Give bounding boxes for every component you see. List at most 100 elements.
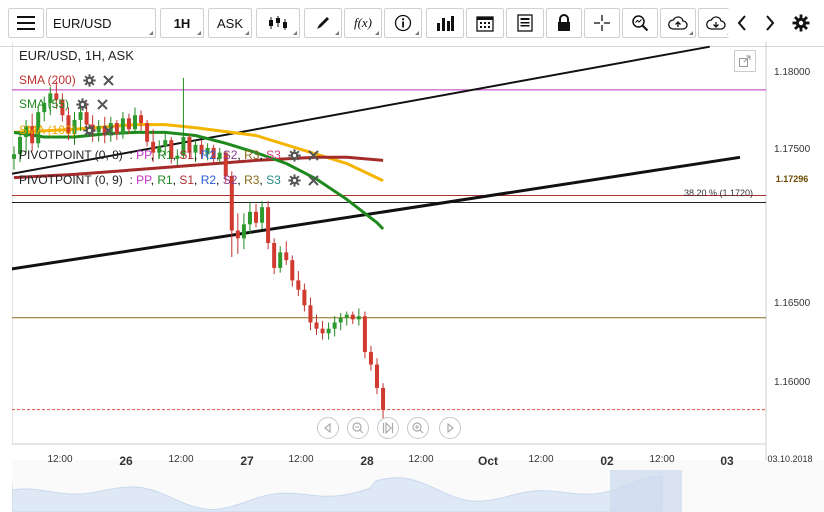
gear-icon[interactable] (83, 124, 96, 137)
legend-sma-100[interactable]: SMA (100) (19, 123, 115, 137)
x-tick: 12:00 (408, 454, 434, 465)
chart-type-button[interactable] (256, 8, 300, 38)
candle-body (302, 289, 307, 306)
close-icon[interactable] (96, 99, 108, 111)
reset-icon (382, 422, 394, 434)
chevron-right-icon (766, 15, 775, 31)
x-tick: 12:00 (168, 454, 194, 465)
x-tick: 12:00 (528, 454, 554, 465)
price-tag-last: 1.15871 (772, 399, 812, 411)
legend-pivotpoint-8[interactable]: PIVOTPOINT (0, 8) : PP, R1, S1, R2, S2, … (19, 148, 320, 162)
menu-button[interactable] (8, 8, 44, 38)
comma: , (216, 148, 223, 162)
gear-icon[interactable] (83, 74, 96, 87)
zoom-in-button[interactable] (407, 417, 429, 439)
timeframe-selector[interactable]: 1H (160, 8, 204, 38)
price-type-selector[interactable]: ASK (208, 8, 252, 38)
candle-body (78, 112, 83, 120)
legend-sma-55[interactable]: SMA (55) (19, 97, 108, 111)
x-tick: 12:00 (47, 454, 73, 465)
volume-button[interactable] (426, 8, 464, 38)
cloud-upload-button[interactable] (660, 8, 696, 38)
chart-area[interactable]: EUR/USD, 1H, ASK SMA (200) SMA (55) SMA … (12, 42, 824, 512)
scroll-right-button[interactable] (756, 8, 784, 38)
navigator-window (610, 470, 682, 512)
legend-sma-55-label: SMA (55) (19, 97, 70, 111)
pivot-pp: PP (136, 173, 151, 187)
close-icon[interactable] (308, 175, 320, 187)
pivot-pp: PP (136, 148, 151, 162)
price-tag-pivot: 1.17923 (773, 80, 811, 91)
pan-left-button[interactable] (317, 417, 339, 439)
candle-body (12, 154, 16, 159)
indicators-button[interactable]: f(x) (344, 8, 382, 38)
candle-body (284, 252, 289, 261)
pivot-r3: R3 (244, 148, 260, 162)
candle-body (247, 211, 252, 225)
candle-body (272, 243, 277, 268)
crosshair-button[interactable] (584, 8, 620, 38)
gear-icon[interactable] (76, 98, 89, 111)
candle-body (344, 314, 349, 318)
candle-body (260, 207, 265, 223)
candle-body (320, 328, 325, 334)
popout-button[interactable] (734, 50, 756, 72)
function-icon: f(x) (353, 15, 373, 30)
pivot-s3: S3 (266, 148, 281, 162)
close-icon[interactable] (103, 125, 115, 137)
pivot-s1: S1 (179, 173, 195, 187)
chart-toolbar: EUR/USD 1H ASK f(x) (0, 0, 824, 47)
pivot-r1: R1 (157, 173, 173, 187)
cloud-download-icon (706, 16, 726, 30)
pivot-s1: S1 (179, 148, 195, 162)
x-tick-day: 27 (240, 454, 254, 468)
candle-body (362, 316, 367, 353)
x-tick: 12:00 (288, 454, 314, 465)
close-icon[interactable] (103, 75, 115, 87)
settings-button[interactable] (788, 8, 814, 38)
hamburger-menu-icon (17, 16, 35, 30)
gear-icon[interactable] (288, 149, 301, 162)
pivot-r1: R1 (157, 148, 173, 162)
y-tick: 1.17500 (774, 144, 811, 155)
news-button[interactable] (506, 8, 544, 38)
x-tick-day: 26 (119, 454, 133, 468)
x-tick-day: Oct (477, 454, 499, 468)
draw-button[interactable] (304, 8, 342, 38)
chart-header: EUR/USD, 1H, ASK (19, 48, 134, 63)
price-tag-support: 1.16460 (773, 308, 811, 319)
close-icon[interactable] (308, 150, 320, 162)
gear-icon[interactable] (288, 174, 301, 187)
zoom-in-icon (412, 422, 424, 434)
lock-icon (558, 14, 570, 31)
zoom-out-button[interactable] (347, 417, 369, 439)
candle-body (235, 230, 240, 239)
legend-pivotpoint-9[interactable]: PIVOTPOINT (0, 9) : PP, R1, S1, R2, S2, … (19, 173, 320, 187)
candle-body (350, 314, 355, 320)
zoom-button[interactable] (622, 8, 658, 38)
bar-chart-icon (437, 16, 454, 31)
scroll-left-button[interactable] (728, 8, 756, 38)
cloud-upload-icon (668, 16, 688, 30)
y-tick: 1.18000 (774, 67, 811, 78)
legend-sma-200[interactable]: SMA (200) (19, 73, 115, 87)
candle-body (308, 305, 313, 323)
reset-button[interactable] (377, 417, 399, 439)
price-chart[interactable] (12, 42, 824, 512)
candle-body (139, 115, 144, 124)
calendar-button[interactable] (466, 8, 504, 38)
chevron-left-icon (737, 15, 746, 31)
price-tag-sma-200: 1.17245 (773, 185, 811, 196)
candle-body (241, 224, 246, 239)
symbol-selector[interactable]: EUR/USD (46, 8, 156, 38)
candle-body (381, 387, 386, 410)
pan-right-button[interactable] (439, 417, 461, 439)
lock-button[interactable] (546, 8, 582, 38)
comma: , (194, 173, 201, 187)
candle-body (290, 260, 295, 281)
info-button[interactable] (384, 8, 422, 38)
comma: , (194, 148, 201, 162)
legend-sma-100-label: SMA (100) (19, 123, 76, 137)
candle-body (120, 118, 125, 134)
pencil-icon (317, 17, 329, 29)
